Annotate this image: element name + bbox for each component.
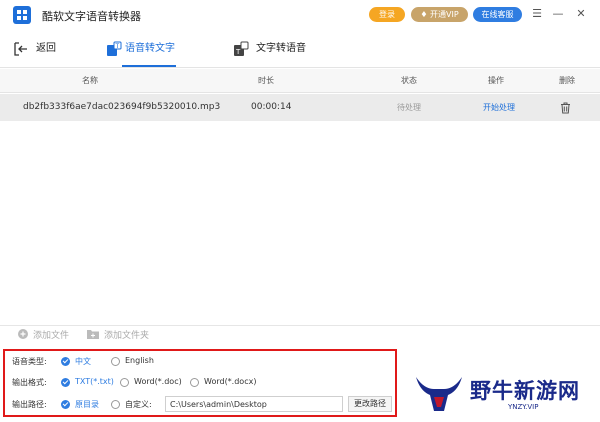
- watermark-text: 野牛新游网: [470, 379, 580, 403]
- add-folder-button[interactable]: 添加文件夹: [87, 328, 149, 344]
- svg-text:T: T: [115, 43, 120, 50]
- tool-row: 添加文件 添加文件夹: [0, 325, 600, 345]
- menu-icon[interactable]: ☰: [530, 7, 544, 21]
- login-button[interactable]: 登录: [369, 7, 405, 22]
- speech-to-text-icon: T: [107, 41, 122, 56]
- option-chinese[interactable]: 中文: [75, 356, 91, 367]
- column-action: 操作: [488, 76, 504, 85]
- bull-logo-icon: [416, 377, 462, 411]
- add-folder-label: 添加文件夹: [104, 331, 150, 341]
- vip-label: 开通VIP: [430, 10, 459, 19]
- column-delete: 删除: [559, 76, 575, 85]
- option-docx[interactable]: Word(*.docx): [204, 377, 256, 386]
- tab-speech-to-text[interactable]: 语音转文字: [125, 30, 175, 68]
- close-icon[interactable]: ✕: [574, 7, 588, 21]
- change-path-button[interactable]: 更改路径: [348, 396, 392, 412]
- nav-bar: 返回 T 语音转文字 T 文字转语音: [0, 30, 600, 68]
- output-path-input[interactable]: [165, 396, 343, 412]
- app-title: 酷软文字语音转换器: [42, 10, 141, 23]
- option-english[interactable]: English: [125, 356, 154, 365]
- tab-text-to-speech[interactable]: 文字转语音: [256, 30, 306, 68]
- app-logo-icon: [13, 6, 31, 24]
- voice-type-label: 语音类型:: [12, 357, 47, 366]
- start-process-button[interactable]: 开始处理: [483, 94, 515, 121]
- option-txt[interactable]: TXT(*.txt): [75, 377, 114, 386]
- column-duration: 时长: [258, 76, 274, 85]
- add-circle-icon: [18, 329, 28, 339]
- radio-docx[interactable]: [190, 378, 199, 387]
- option-custom[interactable]: 自定义:: [125, 399, 152, 410]
- output-path-label: 输出路径:: [12, 400, 47, 409]
- text-to-speech-icon: T: [234, 41, 249, 56]
- radio-chinese[interactable]: [61, 357, 70, 366]
- watermark-url: YNZY.VIP: [508, 403, 539, 411]
- file-duration: 00:00:14: [251, 102, 292, 112]
- option-source-dir[interactable]: 原目录: [75, 399, 99, 410]
- status-text: 待处理: [397, 103, 421, 112]
- file-name: db2fb333f6ae7dac023694f9b5320010.mp3: [23, 102, 221, 112]
- online-service-button[interactable]: 在线客服: [473, 7, 522, 22]
- add-file-button[interactable]: 添加文件: [18, 328, 69, 344]
- svg-text:T: T: [235, 48, 241, 56]
- table-row[interactable]: db2fb333f6ae7dac023694f9b5320010.mp3 00:…: [0, 94, 600, 121]
- active-tab-indicator: [122, 65, 176, 67]
- radio-english[interactable]: [111, 357, 120, 366]
- table-header: 名称 时长 状态 操作 删除: [0, 69, 600, 93]
- radio-custom[interactable]: [111, 400, 120, 409]
- output-format-label: 输出格式:: [12, 378, 47, 387]
- folder-icon: [87, 330, 99, 339]
- radio-doc[interactable]: [120, 378, 129, 387]
- add-file-label: 添加文件: [33, 331, 70, 341]
- back-icon[interactable]: [13, 41, 29, 57]
- radio-source-dir[interactable]: [61, 400, 70, 409]
- trash-icon[interactable]: [560, 102, 571, 114]
- minimize-icon[interactable]: —: [551, 7, 565, 21]
- back-button[interactable]: 返回: [36, 30, 56, 68]
- vip-button[interactable]: ♦ 开通VIP: [411, 7, 468, 22]
- diamond-icon: ♦: [420, 10, 431, 19]
- radio-txt[interactable]: [61, 378, 70, 387]
- option-doc[interactable]: Word(*.doc): [134, 377, 182, 386]
- column-name: 名称: [82, 76, 98, 85]
- column-status: 状态: [401, 76, 417, 85]
- options-panel: 语音类型: 中文 English 输出格式: TXT(*.txt) Word(*…: [3, 349, 397, 417]
- title-bar: 酷软文字语音转换器 登录 ♦ 开通VIP 在线客服 ☰ — ✕: [0, 0, 600, 30]
